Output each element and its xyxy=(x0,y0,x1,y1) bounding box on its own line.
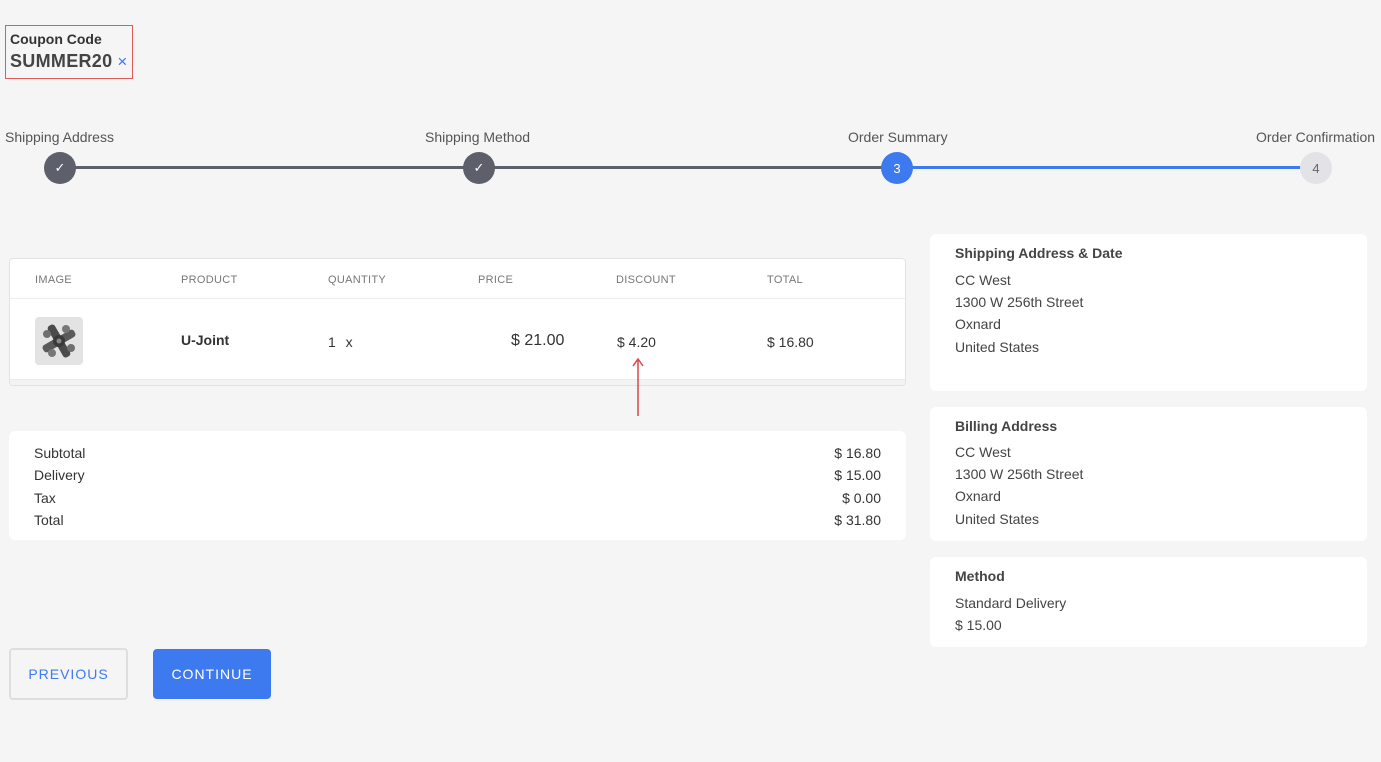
delivery-method-price: $ 15.00 xyxy=(955,617,1002,633)
product-name: U-Joint xyxy=(181,332,230,348)
billing-address-line: 1300 W 256th Street xyxy=(955,466,1084,482)
billing-address-card: Billing Address CC West 1300 W 256th Str… xyxy=(930,407,1367,541)
u-joint-part-image xyxy=(35,317,83,365)
totals-row-total: Total $ 31.80 xyxy=(34,512,881,528)
checkout-stepper: Shipping Address Shipping Method Order S… xyxy=(0,128,1381,188)
delivery-method-title: Method xyxy=(955,568,1005,584)
discount-value: $ 4.20 xyxy=(617,334,656,350)
step-connector-1 xyxy=(60,166,480,169)
total-label: Total xyxy=(34,512,64,528)
tax-label: Tax xyxy=(34,490,56,506)
delivery-label: Delivery xyxy=(34,467,85,483)
subtotal-value: $ 16.80 xyxy=(834,445,881,461)
billing-address-title: Billing Address xyxy=(955,418,1058,434)
delivery-value: $ 15.00 xyxy=(834,467,881,483)
table-footer-strip xyxy=(10,379,905,385)
totals-row-delivery: Delivery $ 15.00 xyxy=(34,467,881,483)
step-connector-2 xyxy=(479,166,897,169)
column-header-image: IMAGE xyxy=(35,274,72,286)
quantity-value: 1 x xyxy=(328,334,353,350)
order-items-table: IMAGE PRODUCT QUANTITY PRICE DISCOUNT TO… xyxy=(9,258,906,386)
previous-button[interactable]: PREVIOUS xyxy=(9,648,128,700)
order-totals: Subtotal $ 16.80 Delivery $ 15.00 Tax $ … xyxy=(9,431,906,540)
column-header-quantity: QUANTITY xyxy=(328,274,387,286)
price-value: $ 21.00 xyxy=(511,332,565,349)
step-2-check-icon[interactable]: ✓ xyxy=(463,152,495,184)
step-4-marker: 4 xyxy=(1300,152,1332,184)
shipping-address-line: United States xyxy=(955,339,1040,355)
coupon-box: Coupon Code SUMMER20 × xyxy=(5,25,133,79)
billing-address-line: United States xyxy=(955,511,1040,527)
step-label-order-confirmation: Order Confirmation xyxy=(1256,129,1376,145)
tax-value: $ 0.00 xyxy=(842,490,881,506)
shipping-address-line: Oxnard xyxy=(955,316,1001,332)
billing-address-line: Oxnard xyxy=(955,488,1001,504)
column-header-discount: DISCOUNT xyxy=(616,274,676,286)
totals-row-subtotal: Subtotal $ 16.80 xyxy=(34,445,881,461)
step-label-order-summary: Order Summary xyxy=(848,129,948,145)
remove-coupon-icon[interactable]: × xyxy=(117,53,127,70)
coupon-label: Coupon Code xyxy=(10,31,102,47)
shipping-address-line: CC West xyxy=(955,272,1011,288)
delivery-method-card: Method Standard Delivery $ 15.00 xyxy=(930,557,1367,647)
column-header-product: PRODUCT xyxy=(181,274,238,286)
column-header-total: TOTAL xyxy=(767,274,803,286)
annotation-arrow-icon xyxy=(632,357,644,416)
shipping-address-title: Shipping Address & Date xyxy=(955,245,1123,261)
billing-address-line: CC West xyxy=(955,444,1011,460)
delivery-method-name: Standard Delivery xyxy=(955,595,1067,611)
subtotal-label: Subtotal xyxy=(34,445,86,461)
total-value: $ 31.80 xyxy=(834,512,881,528)
step-connector-3 xyxy=(897,166,1317,169)
column-header-price: PRICE xyxy=(478,274,514,286)
coupon-code: SUMMER20 xyxy=(10,51,113,71)
coupon-row: SUMMER20 × xyxy=(10,51,132,72)
step-3-marker[interactable]: 3 xyxy=(881,152,913,184)
step-1-check-icon[interactable]: ✓ xyxy=(44,152,76,184)
shipping-address-card: Shipping Address & Date CC West 1300 W 2… xyxy=(930,234,1367,391)
step-label-shipping-address: Shipping Address xyxy=(5,129,114,145)
totals-row-tax: Tax $ 0.00 xyxy=(34,490,881,506)
continue-button[interactable]: CONTINUE xyxy=(153,649,271,699)
shipping-address-line: 1300 W 256th Street xyxy=(955,294,1084,310)
table-header: IMAGE PRODUCT QUANTITY PRICE DISCOUNT TO… xyxy=(10,259,905,299)
table-row: U-Joint 1 x $ 21.00 $ 4.20 $ 16.80 xyxy=(10,301,905,381)
step-label-shipping-method: Shipping Method xyxy=(425,129,531,145)
line-total-value: $ 16.80 xyxy=(767,334,814,350)
